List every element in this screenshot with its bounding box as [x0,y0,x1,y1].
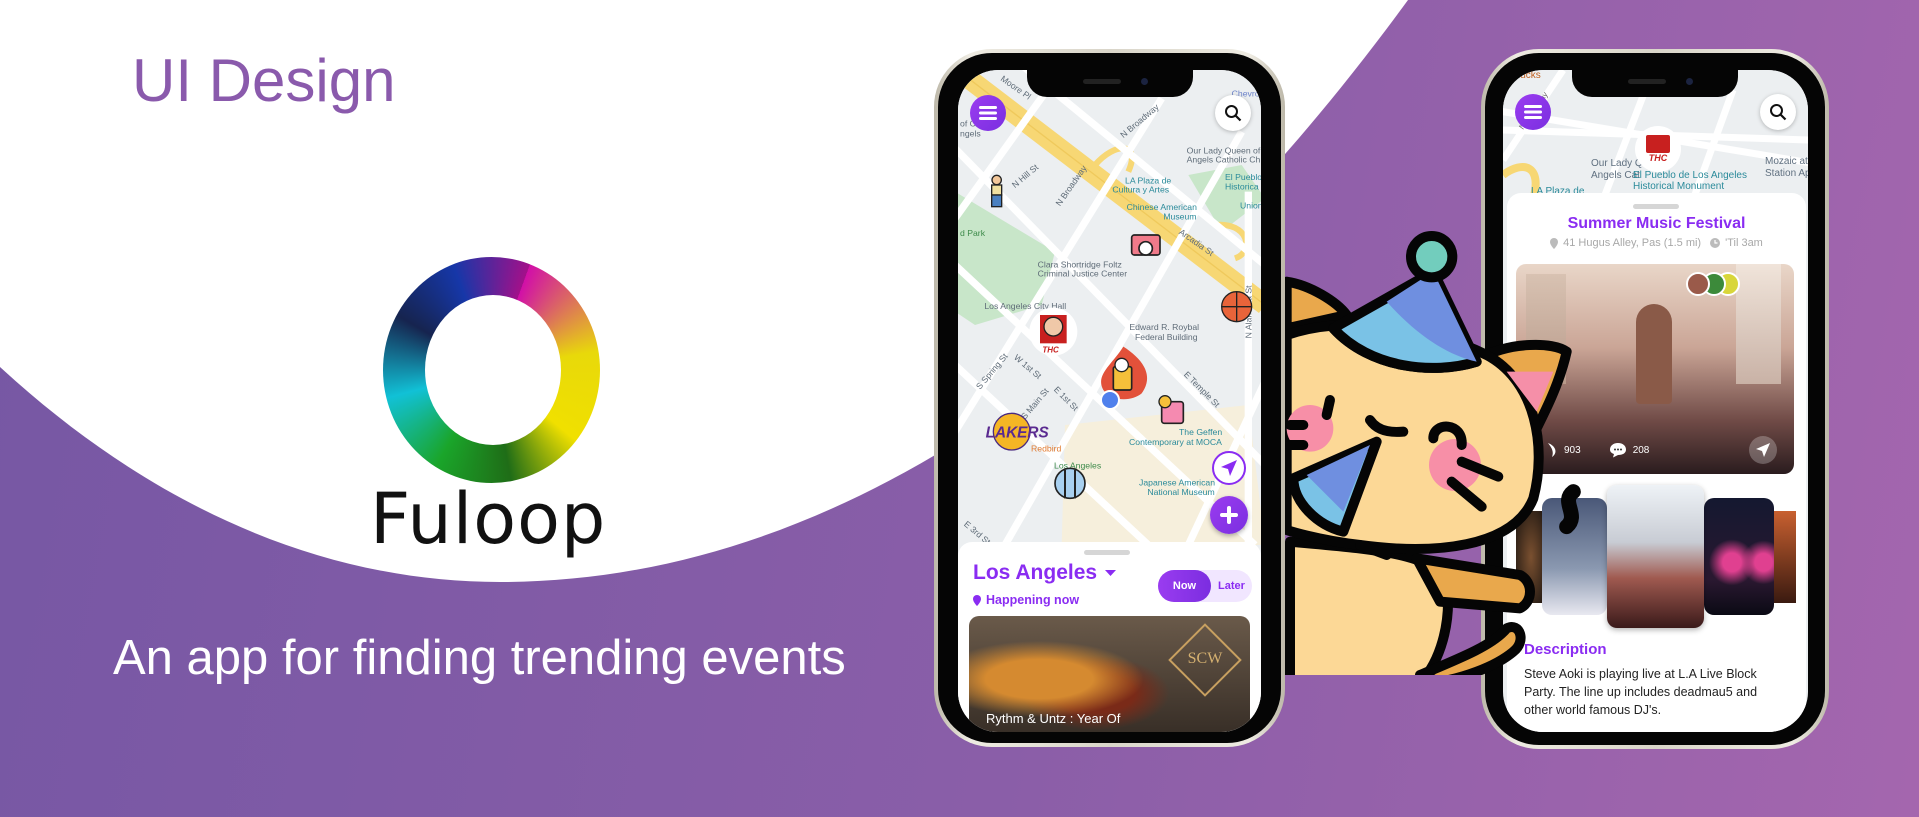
map-label: Los Angeles [1054,460,1102,470]
gallery-image[interactable] [1704,498,1774,615]
clock-icon [1710,238,1721,248]
sheet-handle[interactable] [1633,204,1679,209]
map-label: Clara Shortridge Foltz [1038,259,1122,269]
location-pin-icon [973,594,981,606]
send-icon [1756,443,1770,457]
city-name: Los Angeles [973,561,1098,584]
map-label: Museum [1163,211,1196,221]
fuloop-logo-text: Fuloop [370,478,607,560]
map-label: ngels [960,129,981,139]
map-label: Historical Monument [1633,181,1724,192]
dining-icon[interactable] [1054,467,1086,500]
thc-label: THC [1042,345,1059,354]
map-label: Our Lady Q [1591,158,1643,169]
menu-button[interactable] [970,95,1006,131]
description-text: Party. The line up includes deadmau5 and [1524,685,1758,699]
map-label: Chinese American [1127,202,1197,212]
map-label: Japanese American [1139,478,1215,488]
event-card[interactable]: SCW Rythm & Untz : Year Of [969,616,1250,732]
comment-icon[interactable] [1609,442,1627,458]
map-label: Redbird [1031,444,1061,454]
event-time: 'Til 3am [1725,237,1763,249]
gallery-image-selected[interactable] [1607,485,1704,628]
gallery-image[interactable] [1773,511,1796,603]
add-event-button[interactable] [1210,496,1248,534]
map-label: El Pueblo de Los Angeles [1633,170,1747,181]
tagline: An app for finding trending events [113,631,846,685]
fuloop-logo-ring [383,257,600,483]
toggle-later[interactable]: Later [1211,580,1252,592]
map-label: Our Lady Queen of [1187,145,1261,155]
share-button[interactable] [1749,436,1777,464]
map-label: Federal Building [1135,332,1198,342]
map-label: The Geffen [1179,427,1222,437]
party-cat-mascot [1281,231,1581,675]
city-selector[interactable]: Los Angeles [973,561,1117,585]
attendee-avatars[interactable] [1686,272,1746,296]
venue-logo-text: SCW [1187,650,1223,667]
dancer-icon[interactable] [991,174,1003,208]
events-sheet: Los Angeles Happening now Now Later SCW … [958,542,1261,732]
hamburger-icon [979,106,997,120]
map-label: El Pueblo [1225,172,1261,182]
sheet-handle[interactable] [1084,550,1130,555]
recenter-button[interactable] [1212,451,1246,485]
drum-kit-icon[interactable] [1130,234,1161,256]
caret-down-icon [1105,570,1117,576]
comments-count: 208 [1632,444,1650,456]
menu-button[interactable] [1515,94,1551,130]
basketball-icon[interactable] [1220,290,1253,323]
now-later-toggle[interactable]: Now Later [1158,570,1252,602]
search-button[interactable] [1215,95,1251,131]
search-icon [1225,105,1242,122]
map-label: d Park [960,228,986,238]
thc-badge-marker[interactable]: THC [1029,307,1078,356]
navigation-arrow-icon [1221,460,1237,476]
map-screen: Moore Pl Chevro N Broadway Our Lady Quee… [958,70,1261,732]
current-location-dot [1100,390,1120,410]
toggle-now[interactable]: Now [1158,570,1211,602]
map-label: Union [1240,200,1261,210]
svg-text:LAKERS: LAKERS [986,425,1050,442]
map-label: tarbucks [1503,70,1541,81]
thc-badge-marker[interactable]: THC [1635,126,1681,172]
map-label: Mozaic at U [1765,156,1808,167]
plus-icon [1220,506,1238,524]
event-card-title: Rythm & Untz : Year Of [986,711,1121,726]
thc-label: THC [1648,153,1668,163]
happening-status: Happening now [986,593,1080,607]
map-label: Criminal Justice Center [1038,269,1128,279]
map-label: Edward R. Roybal [1129,322,1199,332]
search-icon [1770,104,1787,121]
description-text: other world famous DJ's. [1524,703,1662,717]
hamburger-icon [1524,105,1542,119]
map-label: Cultura y Artes [1112,185,1169,195]
headline: UI Design [132,47,396,114]
map-label: Angels Catholic Ch [1187,155,1261,165]
map-label: Station Apa [1765,168,1808,179]
map-label: Contemporary at MOCA [1129,437,1222,447]
search-button[interactable] [1760,94,1796,130]
map-label: Historica [1225,181,1259,191]
map-label: National Museum [1147,487,1214,497]
map-label: LA Plaza de [1125,175,1171,185]
